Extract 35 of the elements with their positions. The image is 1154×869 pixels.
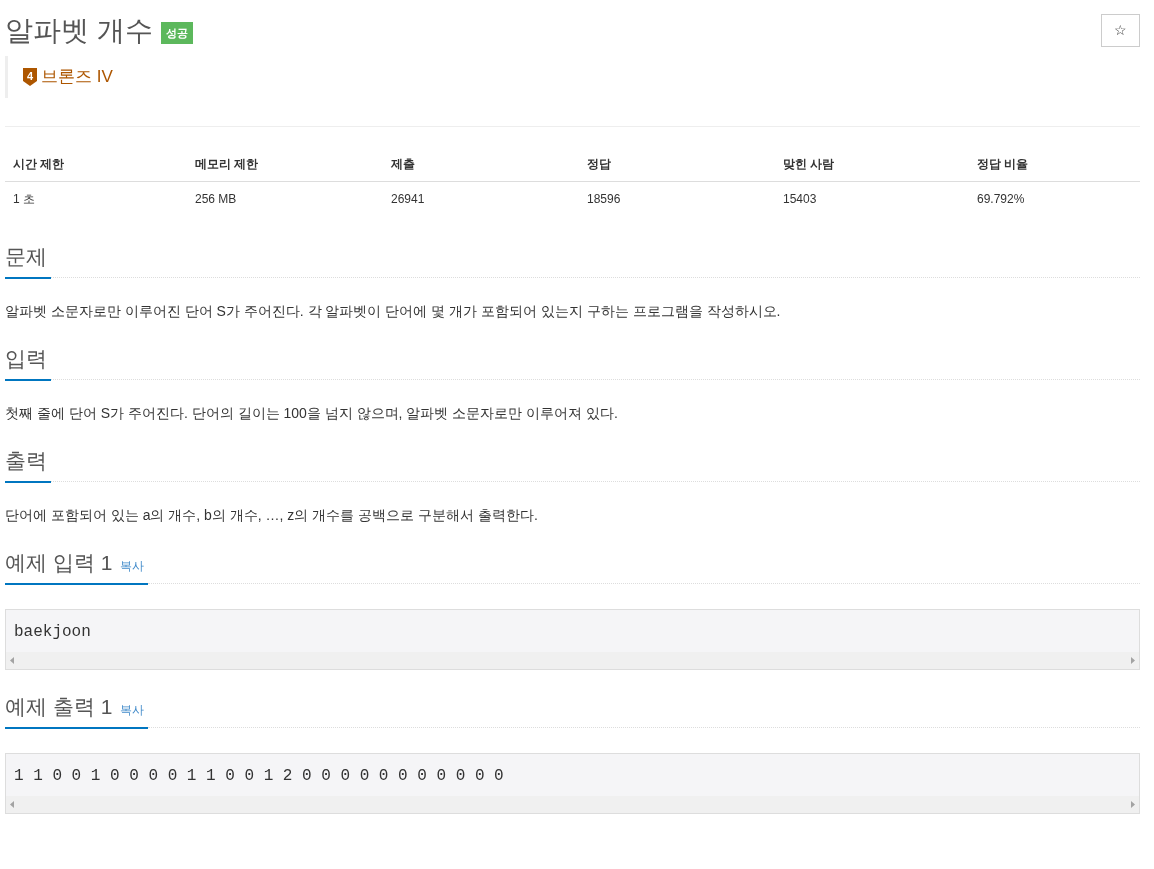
tier-icon: 4	[22, 66, 38, 87]
column-header: 정답 비율	[977, 156, 1029, 171]
horizontal-scrollbar[interactable]	[6, 795, 1139, 813]
tier-label[interactable]: 브론즈 IV	[41, 64, 113, 90]
scroll-right-icon[interactable]	[1131, 800, 1135, 808]
section-title: 예제 출력 1	[5, 693, 113, 720]
section-title: 문제	[5, 243, 47, 270]
table-cell: 256 MB	[195, 191, 237, 206]
column-header: 제출	[391, 156, 415, 171]
table-cell: 69.792%	[977, 191, 1025, 206]
table-cell: 18596	[587, 191, 621, 206]
favorite-button[interactable]: ☆	[1101, 14, 1140, 47]
scroll-right-icon[interactable]	[1131, 656, 1135, 664]
section-text: 단어에 포함되어 있는 a의 개수, b의 개수, …, z의 개수를 공백으로 구분해서 출력한다.	[5, 505, 539, 525]
copy-link[interactable]: 복사	[120, 700, 145, 719]
scroll-left-icon[interactable]	[10, 656, 14, 664]
column-header: 정답	[587, 156, 611, 171]
table-cell: 15403	[783, 191, 817, 206]
section-text: 첫째 줄에 단어 S가 주어진다. 단어의 길이는 100을 넘지 않으며, 알파벳 소문자로만 이루어져 있다.	[5, 403, 619, 423]
column-header: 메모리 제한	[195, 156, 259, 171]
section-text: 알파벳 소문자로만 이루어진 단어 S가 주어진다. 각 알파벳이 단어에 몇 개가 포함되어 있는지 구하는 프로그램을 작성하시오.	[5, 301, 782, 321]
section-title: 출력	[5, 447, 47, 474]
sample-code: baekjoon	[13, 621, 92, 643]
result-badge: 성공	[160, 21, 193, 45]
table-cell: 26941	[391, 191, 425, 206]
copy-link[interactable]: 복사	[120, 556, 145, 575]
section-title: 입력	[5, 345, 47, 372]
sample-code: 1 1 0 0 1 0 0 0 0 1 1 0 0 1 2 0 0 0 0 0 0 0 0 0 0 0	[13, 765, 505, 787]
scroll-left-icon[interactable]	[10, 800, 14, 808]
section-title: 예제 입력 1	[5, 549, 113, 576]
column-header: 시간 제한	[13, 156, 65, 171]
column-header: 맞힌 사람	[783, 156, 835, 171]
horizontal-scrollbar[interactable]	[6, 651, 1139, 669]
table-cell: 1 초	[13, 191, 35, 206]
problem-title: 알파벳 개수	[5, 14, 153, 48]
